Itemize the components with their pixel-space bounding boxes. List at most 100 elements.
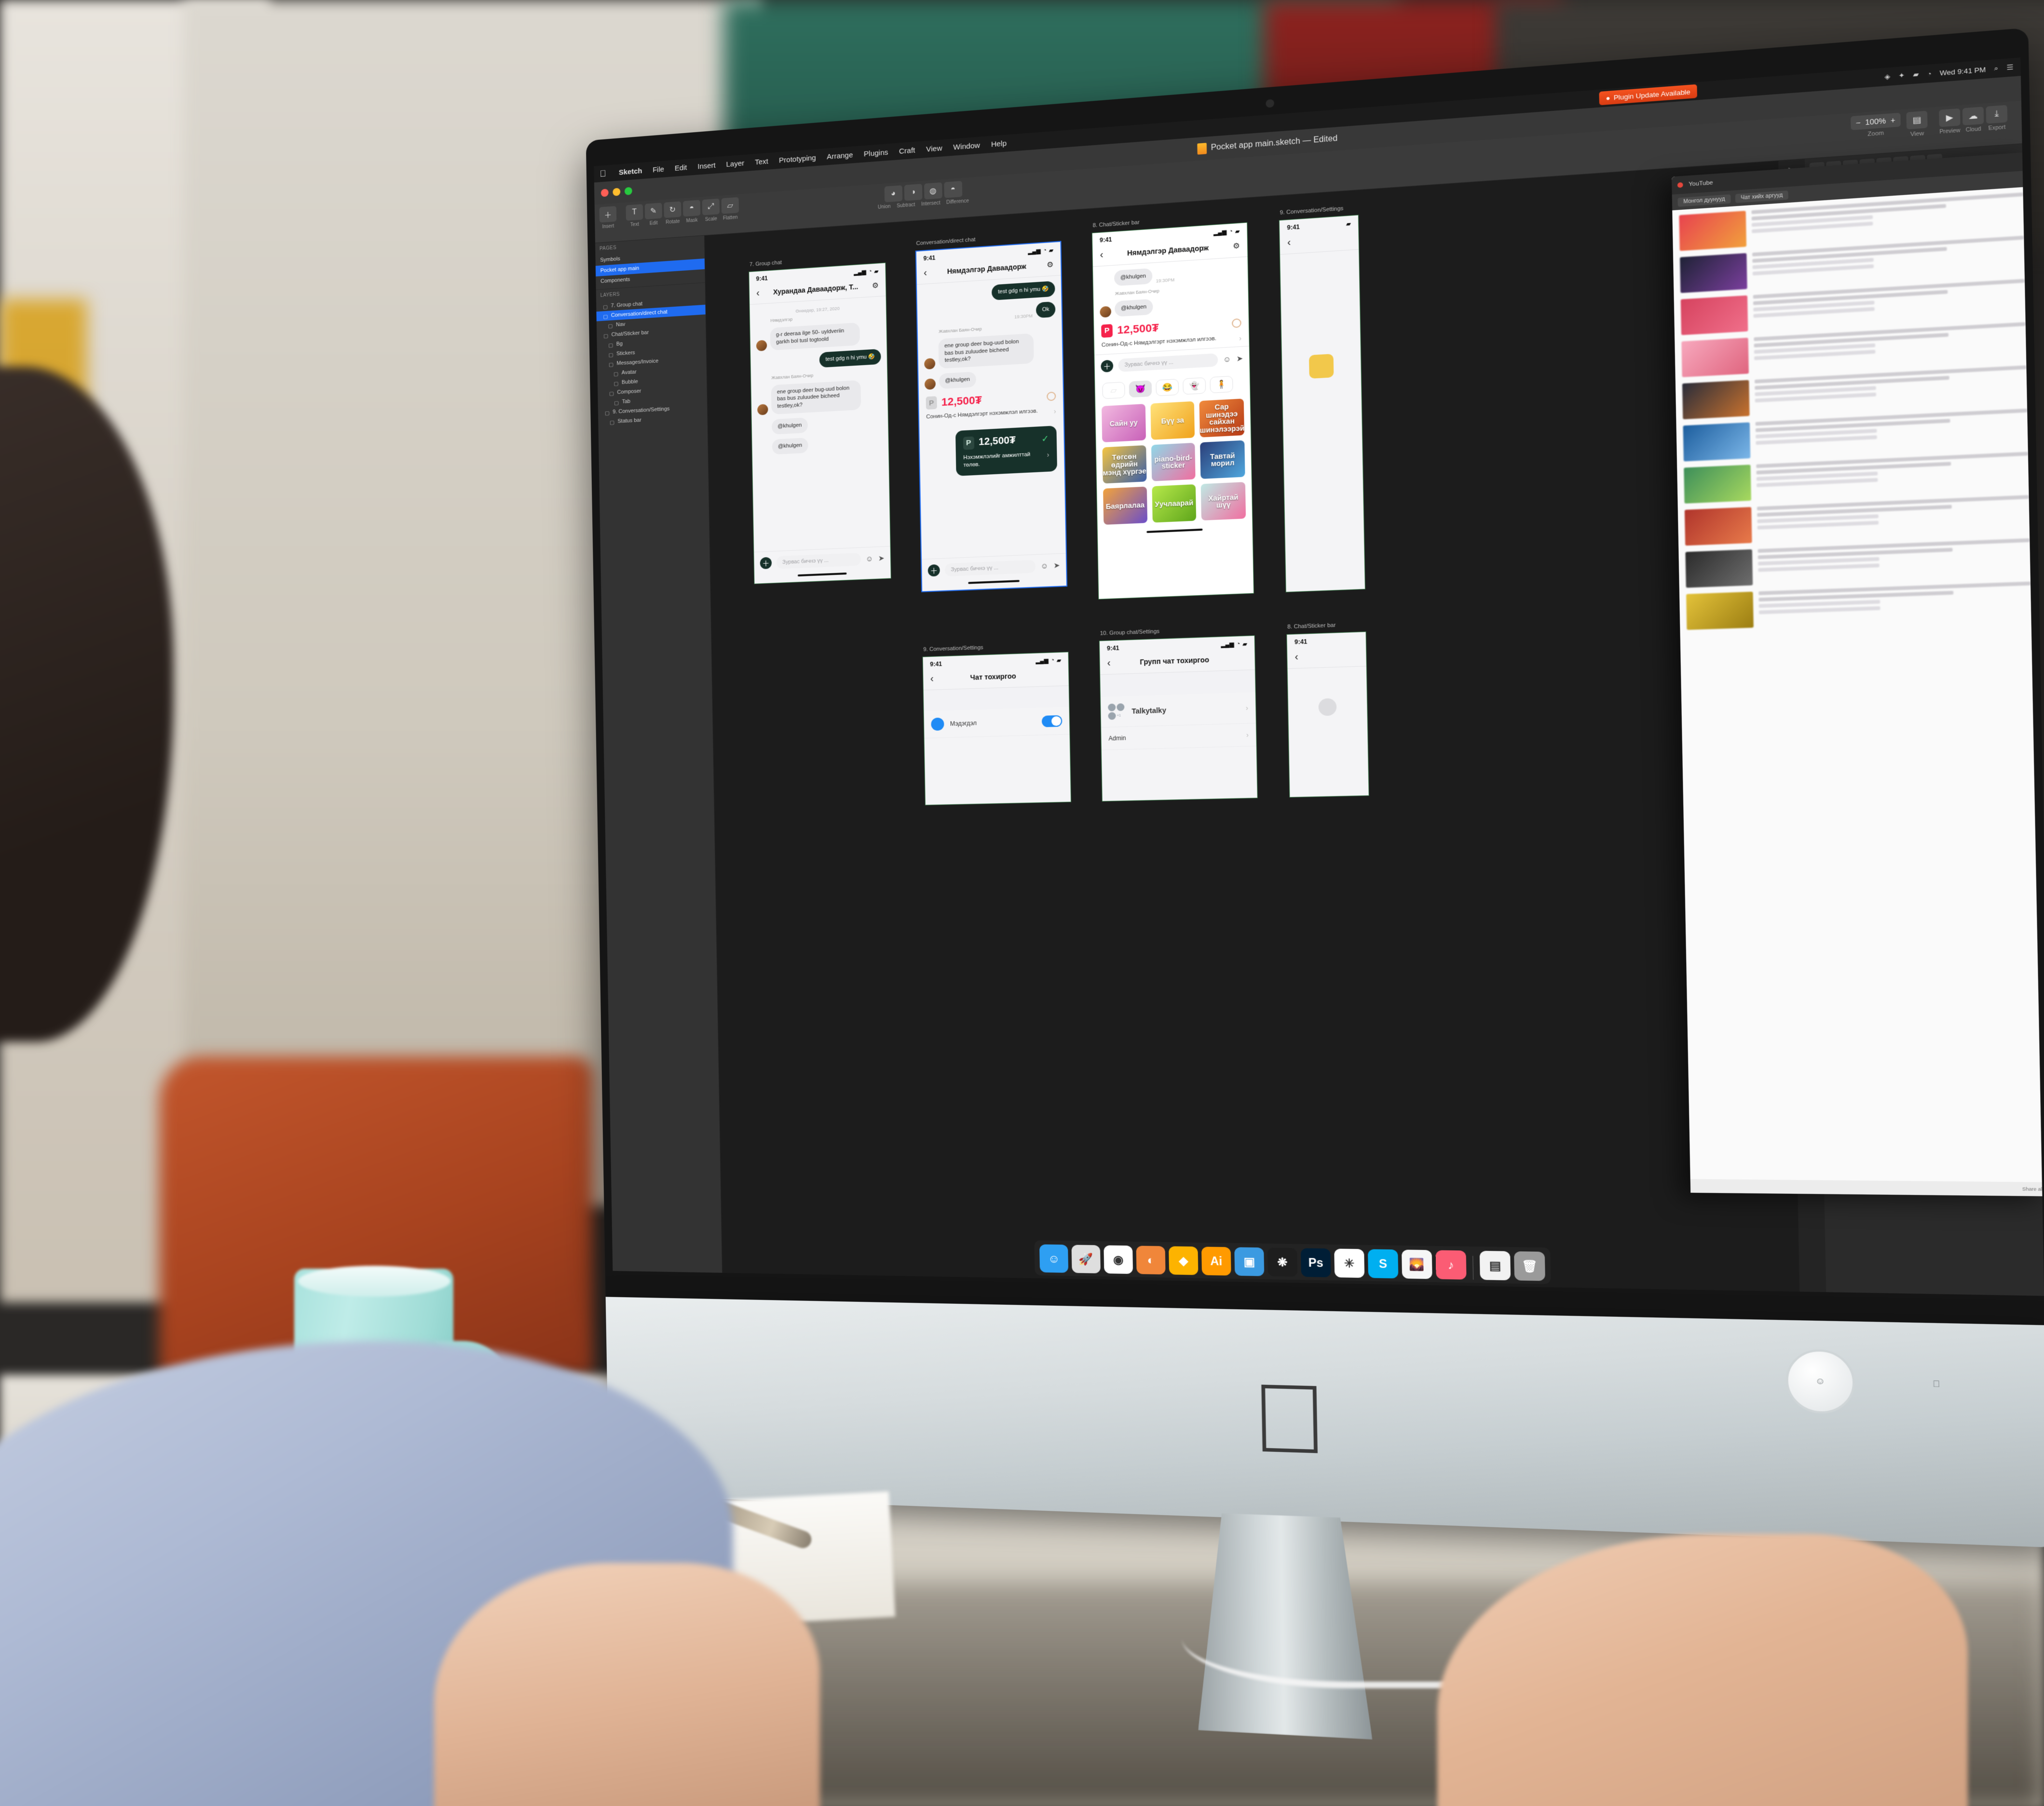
rotate-icon[interactable]: ↻ <box>664 201 681 219</box>
artboard-conversation-extra[interactable]: 9. Conversation/Settings 9:41 ▰ ‹ <box>1279 205 1366 593</box>
layer-list[interactable]: ▢ 7. Group chat ▢ Conversation/direct chat ▢… <box>596 295 707 427</box>
message-input[interactable]: Зурвас бичнэ үү ... <box>776 552 861 569</box>
menu-window[interactable]: Window <box>948 140 986 151</box>
video-thumbnail[interactable] <box>1681 338 1749 377</box>
chevron-right-icon[interactable]: › <box>1246 731 1249 739</box>
message-bubble[interactable]: @khulgen <box>1114 268 1153 287</box>
dock-item-slack[interactable]: ✳ <box>1334 1248 1365 1278</box>
menu-view[interactable]: View <box>921 143 948 154</box>
artboard-direct-chat[interactable]: Conversation/direct chat 9:41 ▂▄▆ ◔ ▰ ‹ … <box>915 237 1068 592</box>
attach-icon[interactable]: ＋ <box>760 557 772 570</box>
dock-item-skype[interactable]: S <box>1367 1249 1399 1279</box>
bluetooth-icon[interactable]: ✦ <box>1898 71 1905 80</box>
dock-item-keynote[interactable]: ▣ <box>1234 1247 1265 1276</box>
dropbox-icon[interactable]: ◈ <box>1884 72 1890 82</box>
sticker-item[interactable]: piano-bird-sticker <box>1151 443 1196 482</box>
video-thumbnail[interactable] <box>1680 295 1748 335</box>
sticker-item[interactable]: Уучлаарай <box>1152 484 1197 523</box>
sticker-item[interactable]: Сайн уу <box>1101 404 1146 443</box>
settings-row-notifications[interactable]: Мэдэгдэл <box>924 707 1070 739</box>
back-icon[interactable]: ‹ <box>1295 651 1298 663</box>
zoom-in-icon[interactable]: + <box>1891 116 1895 124</box>
dock-item-finder[interactable]: ☺ <box>1039 1244 1069 1273</box>
dock-item-photos[interactable]: 🌄 <box>1402 1249 1432 1279</box>
message-bubble[interactable]: ene group deer bug-uud bolon bas bus zul… <box>771 380 861 415</box>
menu-prototyping[interactable]: Prototyping <box>774 153 821 165</box>
message-bubble[interactable]: @khulgen <box>1115 299 1153 317</box>
artboard-sticker-bar[interactable]: 8. Chat/Sticker bar 9:41 ▂▄▆ ◔ ▰ ‹ Нямдэ… <box>1091 219 1254 600</box>
close-icon[interactable] <box>1677 182 1683 188</box>
dock-item-trash[interactable]: 🗑 <box>1514 1251 1545 1281</box>
sticker-tab-character[interactable]: 🧍 <box>1210 376 1233 394</box>
emoji-icon[interactable]: ☺ <box>866 554 873 563</box>
message-bubble[interactable]: @khulgen <box>771 417 808 435</box>
menu-layer[interactable]: Layer <box>721 158 749 169</box>
gear-icon[interactable]: ⚙ <box>1047 260 1053 270</box>
video-results-list[interactable] <box>1672 186 2044 1197</box>
sticker-tab-ghost[interactable]: 👻 <box>1183 377 1206 395</box>
export-icon[interactable]: ⤓ <box>1986 105 2008 124</box>
dock-item-illustrator[interactable]: Ai <box>1201 1246 1231 1276</box>
search-icon[interactable]: ⌕ <box>1994 64 1998 73</box>
play-icon[interactable]: ▶ <box>1939 108 1961 127</box>
paid-invoice-card[interactable]: P 12,500₮ ✓ Нэхэмжлэлийг амжилттай төлөв… <box>955 425 1058 477</box>
view-icon[interactable]: ▤ <box>1906 110 1928 130</box>
message-bubble[interactable]: test gdg n hi ymu 🤣 <box>992 281 1055 301</box>
browser-tab-1[interactable]: Монгол дуунууд <box>1677 194 1731 207</box>
video-thumbnail[interactable] <box>1682 380 1750 420</box>
sticker-item[interactable]: Баярлалаа <box>1103 486 1147 525</box>
sticker-item[interactable]: Сар шинэдээ сайхан шинэлээрэй <box>1199 398 1245 438</box>
artboard-conversation-settings[interactable]: 9. Conversation/Settings 9:41 ▂▄▆ ◔ ▰ ‹ … <box>922 644 1072 806</box>
send-icon[interactable]: ➤ <box>1236 354 1243 364</box>
intersect-icon[interactable]: ◍ <box>924 182 942 200</box>
scale-icon[interactable]: ⤢ <box>702 198 720 216</box>
menu-help[interactable]: Help <box>985 138 1012 149</box>
menu-sketch[interactable]: Sketch <box>613 166 647 177</box>
sticker-item[interactable]: Бүү за <box>1150 401 1195 440</box>
video-result-item[interactable] <box>1684 495 2030 546</box>
video-thumbnail[interactable] <box>1680 253 1747 293</box>
menu-file[interactable]: File <box>647 164 669 175</box>
sticker-item[interactable]: Тавтай морил <box>1200 440 1245 479</box>
chevron-right-icon[interactable]: › <box>1054 407 1056 417</box>
flatten-icon[interactable]: ▱ <box>721 197 739 214</box>
difference-icon[interactable]: ◓ <box>943 181 962 198</box>
dock-item-sketch[interactable]: ◆ <box>1169 1246 1199 1275</box>
dock-item-firefox[interactable]: ◐ <box>1136 1245 1166 1275</box>
gear-icon[interactable]: ⚙ <box>1233 241 1240 251</box>
wifi-icon[interactable]: ◔ <box>1927 69 1932 78</box>
control-center-icon[interactable]: ☰ <box>2006 63 2014 72</box>
zoom-out-icon[interactable]: − <box>1856 118 1861 127</box>
sticker-grid[interactable]: Сайн уу Бүү за Сар шинэдээ сайхан шинэлээр… <box>1095 394 1252 529</box>
chevron-right-icon[interactable]: › <box>1246 704 1248 712</box>
artboard-chat-extra[interactable]: 8. Chat/Sticker bar 9:41 ‹ <box>1286 622 1369 798</box>
minimize-button[interactable] <box>613 188 621 196</box>
video-thumbnail[interactable] <box>1685 549 1753 588</box>
browser-tab-2[interactable]: Чат хийх аргууд <box>1735 190 1789 203</box>
attach-icon[interactable]: ＋ <box>927 564 940 577</box>
zoom-button[interactable] <box>624 187 632 195</box>
browser-window[interactable]: YouTube Монгол дуунууд Чат хийх аргууд S… <box>1671 152 2044 1197</box>
video-thumbnail[interactable] <box>1679 210 1747 251</box>
video-result-item[interactable] <box>1685 538 2030 588</box>
close-button[interactable] <box>600 189 609 197</box>
sticker-tab-recent[interactable]: ▱ <box>1102 382 1125 399</box>
menubar-clock[interactable]: Wed 9:41 PM <box>1940 65 1986 77</box>
message-input[interactable]: Зурвас бичнэ үү ... <box>944 560 1036 577</box>
menu-insert[interactable]: Insert <box>692 161 721 171</box>
video-result-item[interactable] <box>1684 452 2029 504</box>
back-icon[interactable]: ‹ <box>1287 237 1291 248</box>
sticker-tab-laugh[interactable]: 😂 <box>1156 379 1179 397</box>
sticker-item[interactable]: Төгсөн өдрийн мэнд хүргэе <box>1102 445 1147 484</box>
video-thumbnail[interactable] <box>1684 507 1752 546</box>
dock-item-launchpad[interactable]: 🚀 <box>1071 1245 1101 1273</box>
menu-plugins[interactable]: Plugins <box>858 148 894 159</box>
menu-arrange[interactable]: Arrange <box>821 150 858 161</box>
dock-item-itunes[interactable]: ♪ <box>1435 1250 1467 1280</box>
invoice-message[interactable]: P 12,500₮ Сонин-Од-с Нямдэлгэрт нэхэмжлэ… <box>926 390 1056 424</box>
edit-icon[interactable]: ✎ <box>644 203 662 219</box>
message-input[interactable]: Зурвас бичнэ үү ... <box>1118 353 1218 372</box>
dock-item-figma[interactable]: ❋ <box>1267 1247 1298 1277</box>
video-thumbnail[interactable] <box>1686 591 1754 630</box>
video-thumbnail[interactable] <box>1683 422 1751 462</box>
